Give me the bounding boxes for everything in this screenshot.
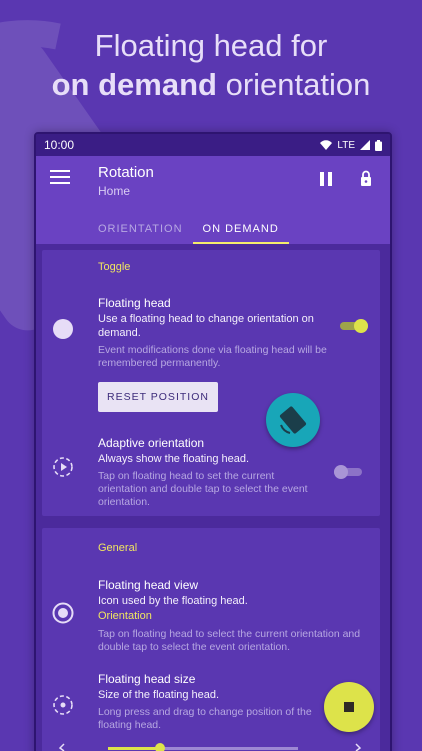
adaptive-orientation-subtitle: Always show the floating head.: [98, 453, 250, 465]
adaptive-orientation-description: Tap on floating head to set the current …: [98, 470, 308, 508]
floating-head-switch[interactable]: [340, 319, 368, 333]
lock-icon[interactable]: [360, 170, 372, 186]
tab-bar: ORIENTATION ON DEMAND: [36, 214, 390, 244]
status-bar: 10:00 LTE: [36, 134, 390, 156]
chevron-left-icon: [58, 743, 65, 751]
general-section-title: General: [98, 542, 138, 554]
phone-screen: 10:00 LTE Rotation Home ORIENTATION ON D…: [34, 132, 392, 751]
rotate-device-icon: [279, 406, 307, 434]
floating-head-description: Event modifications done via floating he…: [98, 344, 327, 369]
adaptive-orientation-title: Adaptive orientation: [98, 436, 205, 450]
toggle-section-title: Toggle: [98, 261, 131, 273]
floating-head-view-description: Tap on floating head to select the curre…: [98, 628, 361, 653]
radio-selected-icon: [52, 602, 74, 624]
floating-head-title: Floating head: [98, 296, 171, 310]
battery-icon: [375, 139, 382, 151]
switch-thumb-on: [354, 319, 368, 333]
stop-icon: [344, 702, 354, 712]
app-bar: Rotation Home ORIENTATION ON DEMAND: [36, 156, 390, 244]
headline-bold-text: on demand: [51, 67, 217, 102]
floating-head-view-title: Floating head view: [98, 578, 199, 592]
floating-head-bubble[interactable]: [266, 393, 320, 447]
floating-head-view-value[interactable]: Orientation: [98, 610, 152, 622]
floating-head-size-description: Long press and drag to change position o…: [98, 706, 312, 731]
switch-thumb-off: [334, 465, 348, 479]
floating-head-size-title: Floating head size: [98, 672, 196, 686]
screenshot-stage: Floating head for on demand orientation …: [0, 0, 422, 751]
menu-icon[interactable]: [50, 170, 70, 188]
headline-rest-text: orientation: [216, 67, 371, 102]
promo-headline: Floating head for on demand orientation: [0, 26, 422, 104]
floating-head-size-icon: [53, 695, 73, 715]
settings-content: Toggle Floating head Use a floating head…: [36, 244, 390, 751]
slider-thumb: [155, 743, 165, 751]
headline-line-2: on demand orientation: [0, 65, 422, 104]
floating-head-size-slider[interactable]: [34, 742, 388, 751]
network-label: LTE: [337, 139, 355, 151]
floating-head-subtitle: Use a floating head to change orientatio…: [98, 313, 314, 339]
chevron-right-icon: [355, 743, 362, 751]
floating-head-size-subtitle: Size of the floating head.: [98, 689, 220, 701]
stop-service-fab[interactable]: [324, 682, 374, 732]
reset-position-button[interactable]: RESET POSITION: [98, 382, 218, 412]
tab-orientation[interactable]: ORIENTATION: [88, 214, 193, 244]
status-time: 10:00: [44, 138, 75, 152]
signal-icon: [360, 140, 370, 150]
app-subtitle: Home: [98, 184, 131, 198]
floating-head-view-subtitle: Icon used by the floating head.: [98, 595, 248, 607]
wifi-icon: [320, 140, 333, 150]
toggle-card: Toggle Floating head Use a floating head…: [42, 250, 380, 516]
headline-line-1: Floating head for: [94, 28, 328, 63]
app-title: Rotation: [98, 164, 154, 181]
adaptive-orientation-switch[interactable]: [334, 465, 362, 479]
adaptive-orientation-icon: [53, 457, 73, 477]
floating-head-circle-icon: [53, 319, 73, 339]
pause-icon[interactable]: [320, 172, 332, 186]
status-icons: LTE: [320, 139, 382, 151]
tab-on-demand[interactable]: ON DEMAND: [192, 214, 290, 244]
